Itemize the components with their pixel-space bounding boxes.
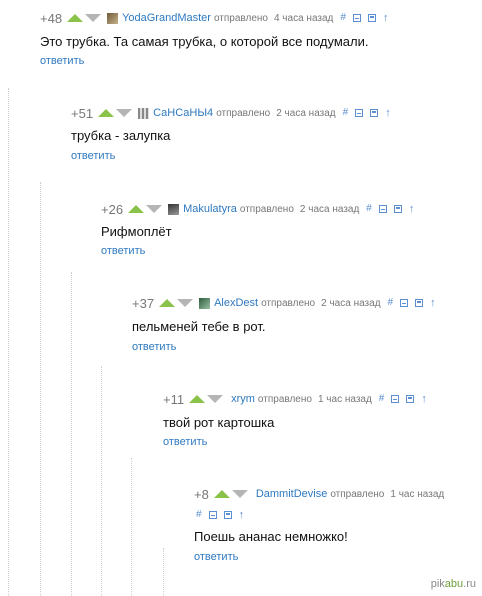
comment-header: +48 YodaGrandMaster отправлено 4 часа на…	[40, 9, 388, 27]
parent-arrow-icon[interactable]: ↑	[239, 510, 245, 521]
comment-text: Поешь ананас немножко!	[194, 529, 348, 544]
avatar[interactable]	[107, 12, 119, 24]
thread-line-5	[131, 458, 132, 596]
author-link[interactable]: AlexDest	[214, 297, 258, 309]
upvote-icon[interactable]	[67, 14, 84, 22]
sent-label: отправлено	[239, 203, 294, 215]
collapse-icon[interactable]	[208, 511, 217, 519]
author-link[interactable]: DammitDevise	[256, 488, 328, 500]
author-link[interactable]: СаНСаНЫ4	[153, 107, 213, 119]
collapse-icon[interactable]	[352, 14, 361, 22]
author-link[interactable]: Makulatyra	[183, 203, 237, 215]
upvote-icon[interactable]	[128, 205, 145, 213]
timestamp: 1 час назад	[317, 393, 372, 405]
downvote-icon[interactable]	[146, 205, 163, 213]
timestamp: 2 часа назад	[321, 297, 381, 309]
hash-link-icon[interactable]: #	[343, 108, 349, 118]
comment-header: +37 AlexDest отправлено 2 часа назад # ↑	[132, 294, 436, 312]
sent-label: отправлено	[257, 393, 312, 405]
comment-text: Это трубка. Та самая трубка, о которой в…	[40, 34, 369, 49]
reply-link[interactable]: ответить	[40, 55, 84, 67]
upvote-icon[interactable]	[189, 395, 206, 403]
comment-text: пельменей тебе в рот.	[132, 319, 266, 334]
avatar[interactable]	[138, 107, 150, 119]
parent-arrow-icon[interactable]: ↑	[385, 108, 391, 119]
rating: +11	[163, 391, 185, 407]
thread-line-3	[71, 272, 72, 596]
upvote-icon[interactable]	[213, 490, 230, 498]
save-icon[interactable]	[415, 299, 424, 307]
collapse-icon[interactable]	[355, 109, 364, 117]
hash-link-icon[interactable]: #	[388, 298, 394, 308]
comment-text: Рифмоплёт	[101, 224, 172, 239]
hash-link-icon[interactable]: #	[340, 13, 346, 23]
timestamp: 2 часа назад	[276, 107, 336, 119]
sent-label: отправлено	[261, 297, 316, 309]
sent-label: отправлено	[330, 488, 385, 500]
sent-label: отправлено	[216, 107, 271, 119]
comment-actions: # ↑	[333, 13, 389, 24]
comment-header: +11 xrym отправлено 1 час назад # ↑	[163, 390, 427, 408]
avatar[interactable]	[199, 297, 211, 309]
reply-link[interactable]: ответить	[71, 150, 115, 162]
timestamp: 4 часа назад	[273, 12, 334, 24]
hash-link-icon[interactable]: #	[196, 510, 202, 520]
collapse-icon[interactable]	[391, 395, 400, 403]
timestamp: 2 часа назад	[299, 203, 360, 215]
reply-link[interactable]: ответить	[163, 436, 207, 448]
collapse-icon[interactable]	[400, 299, 409, 307]
comment-header: +26 Makulatyra отправлено 2 часа назад #…	[101, 200, 414, 218]
downvote-icon[interactable]	[231, 490, 248, 498]
comment-header: +8 DammitDevise отправлено 1 час назад	[194, 485, 444, 503]
parent-arrow-icon[interactable]: ↑	[383, 13, 389, 24]
downvote-icon[interactable]	[116, 109, 133, 117]
rating: +37	[132, 295, 155, 311]
comment-text: твой рот картошка	[163, 415, 275, 430]
rating: +8	[194, 486, 209, 502]
avatar[interactable]	[168, 203, 180, 215]
rating: +48	[40, 10, 63, 26]
upvote-icon[interactable]	[159, 299, 176, 307]
thread-line-6	[163, 548, 164, 596]
comment-actions: # ↑	[359, 204, 415, 215]
timestamp: 1 час назад	[390, 488, 445, 500]
save-icon[interactable]	[406, 395, 415, 403]
thread-line-4	[101, 366, 102, 596]
author-link[interactable]: xrym	[231, 393, 255, 405]
parent-arrow-icon[interactable]: ↑	[430, 298, 436, 309]
parent-arrow-icon[interactable]: ↑	[409, 204, 415, 215]
save-icon[interactable]	[393, 205, 402, 213]
comment-actions: # ↑	[372, 394, 427, 405]
watermark-part: pik	[430, 578, 445, 590]
downvote-icon[interactable]	[207, 395, 224, 403]
comment-actions: # ↑	[381, 298, 436, 309]
sent-label: отправлено	[213, 12, 268, 24]
watermark-domain: .ru	[463, 578, 476, 590]
hash-link-icon[interactable]: #	[379, 394, 385, 404]
rating: +51	[71, 105, 94, 121]
rating: +26	[101, 201, 124, 217]
save-icon[interactable]	[223, 511, 232, 519]
watermark-accent: abu	[444, 578, 464, 590]
comment-actions: # ↑	[189, 510, 245, 521]
downvote-icon[interactable]	[177, 299, 194, 307]
reply-link[interactable]: ответить	[101, 245, 145, 257]
collapse-icon[interactable]	[378, 205, 387, 213]
thread-line-2	[40, 182, 41, 596]
reply-link[interactable]: ответить	[132, 341, 176, 353]
site-watermark: pikabu.ru	[431, 578, 476, 590]
upvote-icon[interactable]	[98, 109, 115, 117]
parent-arrow-icon[interactable]: ↑	[421, 394, 427, 405]
hash-link-icon[interactable]: #	[366, 204, 372, 214]
comment-text: трубка - залупка	[71, 128, 171, 143]
comment-header: +51 СаНСаНЫ4 отправлено 2 часа назад # ↑	[71, 104, 391, 122]
downvote-icon[interactable]	[85, 14, 102, 22]
reply-link[interactable]: ответить	[194, 551, 238, 563]
author-link[interactable]: YodaGrandMaster	[122, 12, 211, 24]
save-icon[interactable]	[367, 14, 376, 22]
save-icon[interactable]	[370, 109, 379, 117]
comment-actions: # ↑	[336, 108, 391, 119]
thread-line-1	[8, 88, 9, 596]
